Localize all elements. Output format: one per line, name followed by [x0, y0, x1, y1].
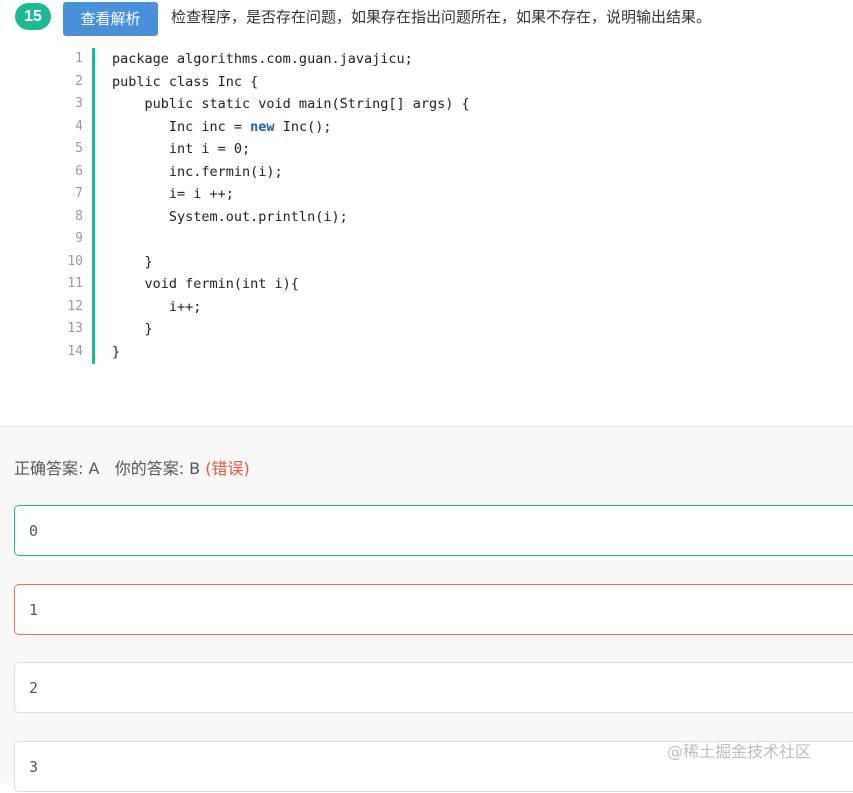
line-number: 3	[75, 96, 83, 111]
question-number-badge: 15	[15, 3, 51, 30]
answer-summary: 正确答案: A 你的答案: B (错误)	[14, 455, 250, 479]
option-c[interactable]: 2	[14, 662, 853, 713]
line-number: 14	[67, 343, 83, 359]
code-line: i= i ++;	[112, 186, 234, 202]
correct-answer-label: 正确答案: A	[14, 459, 100, 478]
line-number: 1	[75, 51, 83, 66]
option-b[interactable]: 1	[14, 584, 853, 635]
code-line: public class Inc {	[112, 73, 259, 90]
code-line: package algorithms.com.guan.javajicu;	[112, 51, 413, 67]
code-line: void fermin(int i){	[112, 276, 299, 292]
view-analysis-button[interactable]: 查看解析	[63, 2, 158, 36]
code-lines: package algorithms.com.guan.javajicu; pu…	[112, 48, 470, 363]
code-line: }	[112, 321, 153, 337]
code-line: }	[112, 343, 121, 360]
keyword-new: new	[250, 118, 275, 135]
line-number: 5	[75, 141, 83, 156]
line-number: 11	[67, 276, 83, 291]
code-line: public static void main(String[] args) {	[112, 96, 470, 112]
line-number: 10	[67, 253, 83, 269]
line-number: 7	[75, 186, 83, 201]
line-number: 8	[75, 208, 83, 224]
watermark: @稀土掘金技术社区	[667, 742, 812, 761]
question-header: 15 查看解析 检查程序，是否存在问题，如果存在指出问题所在，如果不存在，说明输…	[0, 0, 853, 40]
code-line: inc.fermin(i);	[112, 163, 283, 180]
code-line: System.out.println(i);	[112, 208, 348, 225]
question-text: 检查程序，是否存在问题，如果存在指出问题所在，如果不存在，说明输出结果。	[171, 8, 712, 26]
code-line: Inc inc = new Inc();	[112, 118, 332, 135]
option-a[interactable]: 0	[14, 505, 853, 556]
answer-status: (错误)	[205, 459, 250, 478]
code-line: }	[112, 253, 153, 270]
line-number: 12	[67, 298, 83, 314]
line-number: 2	[75, 73, 83, 89]
code-line: int i = 0;	[112, 141, 251, 157]
your-answer-label: 你的答案: B	[114, 459, 201, 478]
line-number: 6	[75, 163, 83, 179]
line-number: 4	[75, 118, 83, 134]
code-block: 1 2 3 4 5 6 7 8 9 10 11 12 13 14 package…	[60, 48, 760, 364]
line-numbers: 1 2 3 4 5 6 7 8 9 10 11 12 13 14	[60, 48, 95, 364]
line-number: 9	[75, 231, 83, 246]
code-line: i++;	[112, 298, 202, 315]
line-number: 13	[67, 321, 83, 336]
